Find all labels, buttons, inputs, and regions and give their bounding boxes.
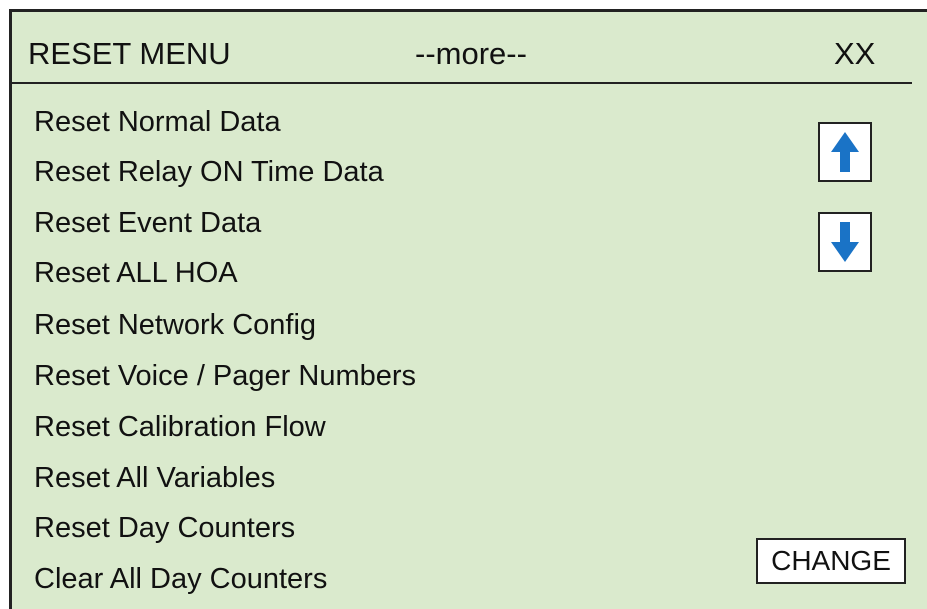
menu-title: RESET MENU xyxy=(28,36,231,71)
more-indicator: --more-- xyxy=(415,36,527,71)
scroll-up-button[interactable] xyxy=(818,122,872,182)
menu-header: RESET MENU --more-- XX xyxy=(12,12,912,84)
arrow-up-icon xyxy=(831,132,859,172)
menu-item-reset-all-variables[interactable]: Reset All Variables xyxy=(34,461,275,495)
lcd-screen: RESET MENU --more-- XX Reset Normal Data… xyxy=(9,9,927,609)
menu-item-reset-calibration-flow[interactable]: Reset Calibration Flow xyxy=(34,410,326,444)
scroll-down-button[interactable] xyxy=(818,212,872,272)
arrow-down-icon xyxy=(831,222,859,262)
header-divider xyxy=(12,82,912,84)
menu-item-reset-event-data[interactable]: Reset Event Data xyxy=(34,206,261,240)
menu-item-reset-relay-on-time-data[interactable]: Reset Relay ON Time Data xyxy=(34,155,384,189)
menu-item-reset-day-counters[interactable]: Reset Day Counters xyxy=(34,511,295,545)
menu-item-reset-network-config[interactable]: Reset Network Config xyxy=(34,308,316,342)
menu-item-clear-all-day-counters[interactable]: Clear All Day Counters xyxy=(34,562,327,596)
menu-item-reset-all-hoa[interactable]: Reset ALL HOA xyxy=(34,256,238,290)
change-button[interactable]: CHANGE xyxy=(756,538,906,584)
screen-code: XX xyxy=(834,36,876,71)
menu-item-reset-normal-data[interactable]: Reset Normal Data xyxy=(34,105,281,139)
menu-item-reset-voice-pager-numbers[interactable]: Reset Voice / Pager Numbers xyxy=(34,359,416,393)
